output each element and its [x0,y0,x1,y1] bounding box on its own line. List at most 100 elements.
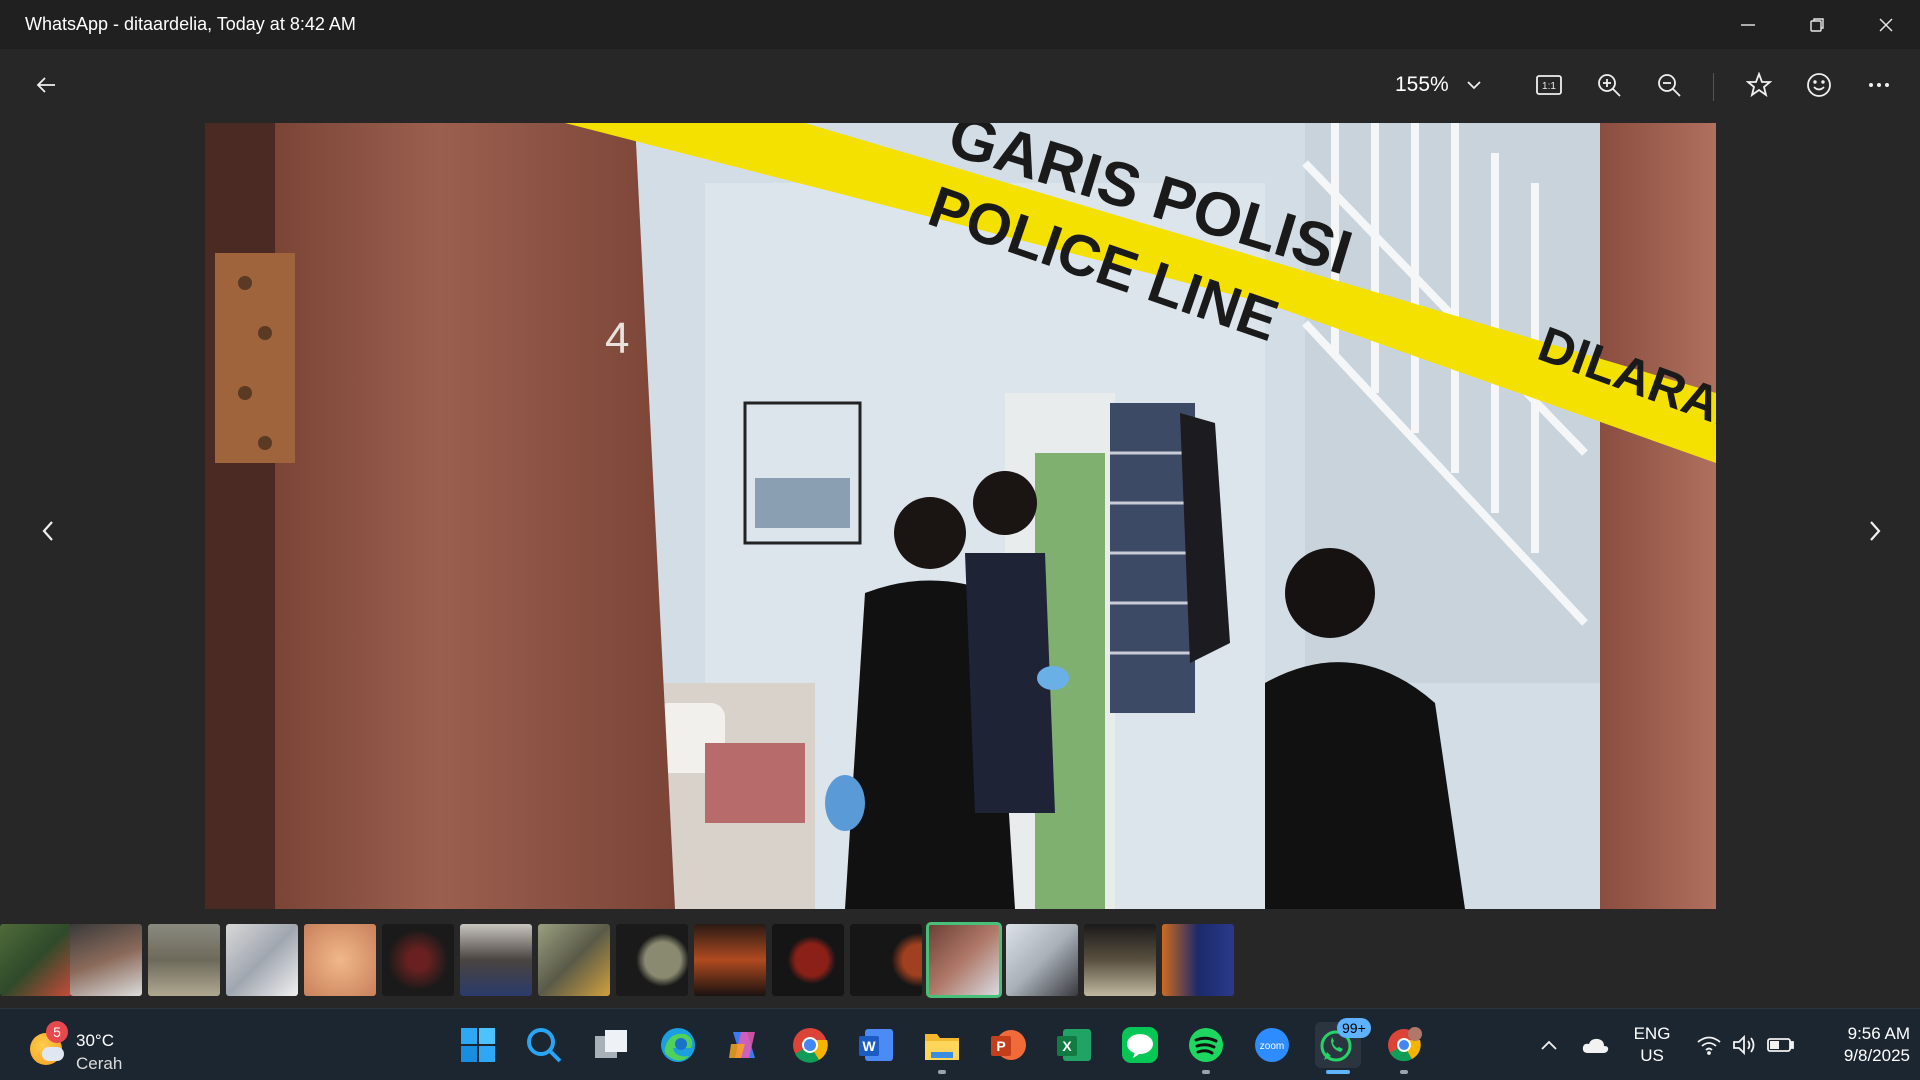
weather-badge: 5 [46,1021,68,1043]
task-view-icon [595,1030,627,1058]
battery-icon [1767,1038,1794,1052]
actual-size-button[interactable]: 1:1 [1525,61,1573,109]
image-viewer: 4 GARIS POLISI POLICE LINE DILARANG [0,121,1920,920]
folder-icon [925,1034,959,1060]
svg-text:1:1: 1:1 [1542,81,1556,92]
back-button[interactable] [22,61,70,109]
zoom-level: 155% [1395,73,1449,96]
running-indicator [1400,1070,1408,1074]
spotify-icon [1189,1028,1223,1062]
chevron-down-icon [1467,81,1481,90]
excel-button[interactable]: X [1051,1022,1097,1068]
file-explorer-button[interactable] [919,1022,965,1074]
weather-cloud-icon [42,1047,64,1061]
minimize-button[interactable] [1713,0,1782,49]
word-icon: W [859,1029,893,1061]
wifi-button[interactable] [1694,1023,1724,1067]
restore-button[interactable] [1782,0,1851,49]
zoom-app-icon: zoom [1255,1028,1289,1062]
filmstrip-thumb[interactable] [148,924,220,996]
weather-temperature: 30°C [76,1031,114,1050]
powerpoint-button[interactable]: P [985,1022,1031,1068]
svg-text:P: P [996,1038,1005,1054]
react-button[interactable] [1795,61,1843,109]
word-button[interactable]: W [853,1022,899,1068]
cloud-icon [1582,1038,1609,1053]
zoom-dropdown[interactable]: 155% [1395,61,1481,109]
edge-icon [661,1028,695,1062]
filmstrip-thumb[interactable] [538,924,610,996]
filmstrip-thumb[interactable] [1084,924,1156,996]
chrome-button[interactable] [787,1022,833,1068]
actual-size-icon: 1:1 [1536,75,1562,95]
clock-time: 9:56 AM [1847,1024,1910,1043]
chevron-right-icon [1870,521,1881,541]
chrome-profile-button[interactable] [1381,1022,1427,1074]
wifi-icon [1697,1036,1721,1055]
zoom-app-button[interactable]: zoom [1249,1022,1295,1068]
back-arrow-icon [36,77,55,93]
windows-icon [461,1028,495,1062]
chrome-profile-icon [1388,1027,1422,1062]
whatsapp-button[interactable]: 99+ [1315,1018,1371,1074]
filmstrip-thumb[interactable] [70,924,142,996]
filmstrip-thumb[interactable] [616,924,688,996]
battery-button[interactable] [1766,1023,1796,1067]
svg-text:zoom: zoom [1260,1041,1284,1052]
volume-button[interactable] [1730,1023,1760,1067]
window-title: WhatsApp - ditaardelia, Today at 8:42 AM [25,14,356,34]
spotify-button[interactable] [1183,1022,1229,1074]
filmstrip-thumb[interactable] [0,924,72,996]
language-indicator[interactable]: ENG US [1632,1023,1672,1067]
copilot-icon [729,1032,755,1058]
emoji-icon [1807,73,1831,97]
minimize-icon [1740,23,1755,26]
close-icon [1879,18,1892,31]
filmstrip-thumb[interactable] [460,924,532,996]
line-icon [1122,1027,1158,1063]
zoom-in-button[interactable] [1585,61,1633,109]
more-icon [1869,83,1889,87]
svg-text:X: X [1062,1038,1072,1054]
filmstrip-thumb[interactable] [694,924,766,996]
filmstrip-thumb-active[interactable] [926,922,1002,998]
filmstrip-thumb[interactable] [850,924,922,996]
more-options-button[interactable] [1855,61,1903,109]
show-hidden-icons-button[interactable] [1534,1023,1564,1067]
next-image-button[interactable] [1855,501,1895,561]
toolbar-divider [1713,73,1714,101]
clock[interactable]: 9:56 AM 9/8/2025 [1800,1023,1910,1067]
search-icon [527,1028,562,1063]
edge-button[interactable] [655,1022,701,1068]
line-button[interactable] [1117,1022,1163,1068]
onedrive-button[interactable] [1580,1023,1610,1067]
previous-image-button[interactable] [28,501,68,561]
star-button[interactable] [1735,61,1783,109]
filmstrip-thumb[interactable] [226,924,298,996]
task-view-button[interactable] [588,1022,634,1068]
title-bar: WhatsApp - ditaardelia, Today at 8:42 AM [0,0,1920,49]
chevron-left-icon [42,521,53,541]
zoom-out-icon [1658,74,1681,97]
zoom-in-icon [1598,74,1621,97]
star-icon [1746,72,1772,98]
filmstrip-thumb[interactable] [1162,924,1234,996]
volume-icon [1733,1034,1755,1056]
running-indicator [1202,1070,1210,1074]
svg-text:4: 4 [605,314,629,363]
search-button[interactable] [521,1022,567,1068]
close-button[interactable] [1851,0,1920,49]
filmstrip-thumb[interactable] [772,924,844,996]
filmstrip-thumb[interactable] [1006,924,1078,996]
copilot-button[interactable] [721,1022,767,1068]
filmstrip-thumb[interactable] [304,924,376,996]
start-button[interactable] [455,1022,501,1068]
filmstrip-thumb[interactable] [382,924,454,996]
main-photo[interactable]: 4 GARIS POLISI POLICE LINE DILARANG [205,123,1716,909]
clock-date: 9/8/2025 [1843,1046,1910,1065]
keyboard-region: US [1640,1046,1664,1065]
chrome-icon [793,1028,828,1063]
zoom-out-button[interactable] [1645,61,1693,109]
weather-widget[interactable]: 5 30°C Cerah [28,1019,158,1073]
filmstrip [0,920,1920,1008]
